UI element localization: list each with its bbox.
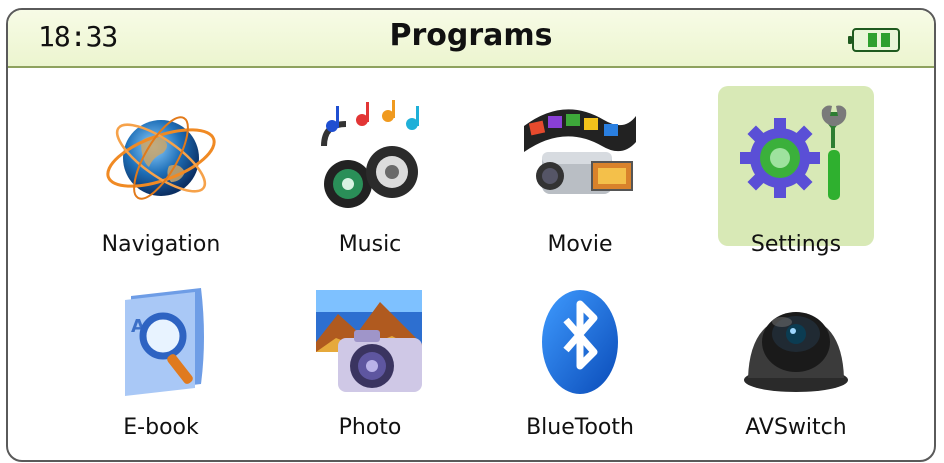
program-movie[interactable] — [502, 86, 658, 246]
program-avswitch[interactable] — [718, 272, 874, 432]
label-bluetooth: BlueTooth — [526, 415, 634, 440]
camera-photo-icon — [316, 290, 422, 392]
battery-icon — [848, 28, 900, 52]
program-bluetooth[interactable] — [502, 272, 658, 432]
program-music[interactable] — [292, 86, 448, 246]
label-settings: Settings — [750, 232, 842, 257]
top-bar: 18:33 Programs — [8, 10, 934, 68]
label-photo: Photo — [338, 415, 402, 440]
screen-frame: 18:33 Programs Navigation Music Movie Se… — [6, 8, 936, 462]
page-title: Programs — [389, 18, 553, 53]
globe-orbit-icon — [106, 116, 216, 200]
label-music: Music — [338, 232, 402, 257]
bluetooth-icon — [542, 290, 618, 394]
label-navigation: Navigation — [101, 232, 221, 257]
program-ebook[interactable]: A — [83, 272, 239, 432]
camcorder-film-icon — [524, 109, 636, 194]
program-settings[interactable] — [718, 86, 874, 246]
speakers-notes-icon — [321, 100, 419, 208]
program-navigation[interactable] — [83, 86, 239, 246]
gear-wrench-icon — [740, 105, 847, 200]
label-ebook: E-book — [123, 415, 199, 440]
program-photo[interactable] — [292, 272, 448, 432]
label-movie: Movie — [547, 232, 613, 257]
dome-camera-icon — [744, 312, 848, 392]
book-magnifier-icon: A — [125, 288, 204, 396]
label-avswitch: AVSwitch — [745, 415, 847, 440]
